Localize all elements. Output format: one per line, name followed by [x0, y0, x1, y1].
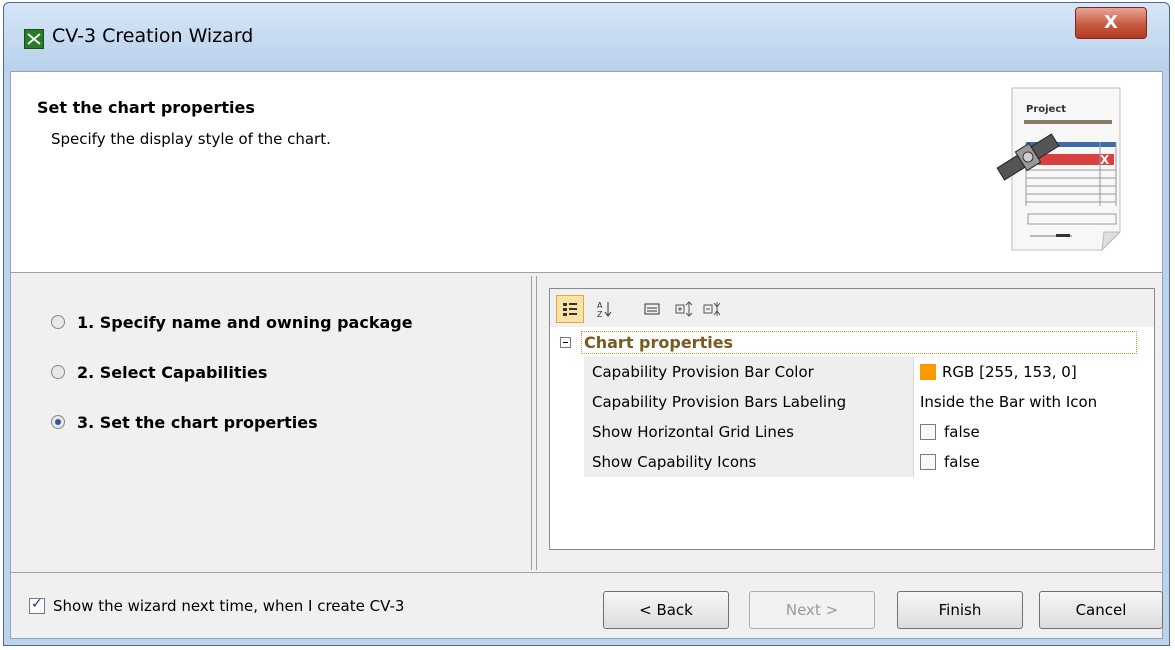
group-label: Chart properties: [581, 330, 1137, 354]
show-wizard-option[interactable]: Show the wizard next time, when I create…: [29, 596, 405, 615]
wizard-window: CV-3 Creation Wizard X Set the chart pro…: [3, 2, 1170, 646]
project-document-icon: Project X: [996, 87, 1122, 252]
property-row-bar-color[interactable]: Capability Provision Bar Color RGB [255,…: [584, 357, 1148, 387]
wizard-content: Set the chart properties Specify the dis…: [10, 71, 1163, 639]
property-name: Capability Provision Bars Labeling: [584, 387, 914, 417]
collapse-all-icon[interactable]: [700, 295, 728, 323]
show-wizard-label: Show the wizard next time, when I create…: [53, 597, 405, 615]
bar-color-value: RGB [255, 153, 0]: [942, 363, 1077, 381]
property-value[interactable]: Inside the Bar with Icon: [914, 387, 1148, 417]
capability-icons-checkbox[interactable]: [920, 454, 936, 470]
property-name: Capability Provision Bar Color: [584, 357, 914, 387]
step-2-radio[interactable]: [51, 365, 65, 379]
step-3[interactable]: 3. Set the chart properties: [51, 410, 318, 434]
property-name: Show Horizontal Grid Lines: [584, 417, 914, 447]
step-2[interactable]: 2. Select Capabilities: [51, 360, 267, 384]
step-3-label: 3. Set the chart properties: [77, 412, 318, 432]
svg-text:Z: Z: [597, 310, 603, 318]
property-value[interactable]: RGB [255, 153, 0]: [914, 357, 1148, 387]
expand-all-icon[interactable]: [672, 295, 700, 323]
properties-panel: A Z Chart properties Capability Provisio…: [549, 288, 1155, 550]
header-subtitle: Specify the display style of the chart.: [51, 130, 331, 148]
window-title: CV-3 Creation Wizard: [52, 25, 254, 47]
collapse-group-icon[interactable]: [560, 336, 571, 348]
step-1-radio[interactable]: [51, 315, 65, 329]
property-row-capability-icons[interactable]: Show Capability Icons false: [584, 447, 1148, 477]
close-button[interactable]: X: [1075, 7, 1147, 39]
property-group-chart[interactable]: Chart properties: [550, 329, 1150, 355]
sort-alphabetical-icon[interactable]: A Z: [590, 295, 618, 323]
color-swatch[interactable]: [920, 364, 936, 380]
property-name: Show Capability Icons: [584, 447, 914, 477]
title-bar: CV-3 Creation Wizard X: [4, 3, 1169, 71]
grid-lines-checkbox[interactable]: [920, 424, 936, 440]
categorized-view-icon[interactable]: [556, 295, 584, 323]
property-value[interactable]: false: [914, 447, 1148, 477]
step-1[interactable]: 1. Specify name and owning package: [51, 310, 413, 334]
app-icon: [24, 29, 44, 49]
svg-text:A: A: [597, 301, 603, 310]
property-row-grid-lines[interactable]: Show Horizontal Grid Lines false: [584, 417, 1148, 447]
property-row-bars-labeling[interactable]: Capability Provision Bars Labeling Insid…: [584, 387, 1148, 417]
step-1-label: 1. Specify name and owning package: [77, 312, 413, 332]
description-panel-icon[interactable]: [638, 295, 666, 323]
next-button[interactable]: Next >: [749, 591, 875, 629]
svg-text:X: X: [1100, 153, 1110, 167]
grid-lines-value: false: [944, 423, 980, 441]
steps-panel: 1. Specify name and owning package 2. Se…: [11, 274, 529, 570]
bars-labeling-value: Inside the Bar with Icon: [920, 393, 1098, 411]
capability-icons-value: false: [944, 453, 980, 471]
back-button[interactable]: < Back: [603, 591, 729, 629]
wizard-footer: Show the wizard next time, when I create…: [11, 572, 1163, 638]
cancel-button[interactable]: Cancel: [1039, 591, 1163, 629]
finish-button[interactable]: Finish: [897, 591, 1023, 629]
properties-toolbar: A Z: [550, 289, 1154, 327]
step-3-radio[interactable]: [51, 415, 65, 429]
wizard-header: Set the chart properties Specify the dis…: [11, 72, 1162, 273]
show-wizard-checkbox[interactable]: [29, 596, 45, 614]
step-2-label: 2. Select Capabilities: [77, 362, 268, 382]
panel-splitter[interactable]: [531, 276, 537, 570]
property-value[interactable]: false: [914, 417, 1148, 447]
project-label: Project: [1026, 104, 1066, 115]
header-title: Set the chart properties: [37, 98, 255, 117]
